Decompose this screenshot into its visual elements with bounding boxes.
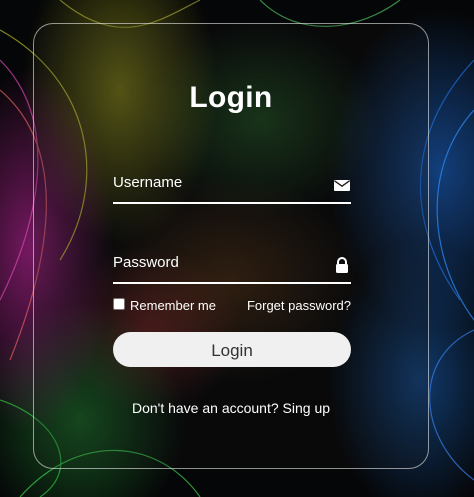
- login-title: Login: [189, 81, 273, 114]
- password-input[interactable]: [113, 252, 327, 282]
- remember-label[interactable]: Remember me: [130, 298, 216, 313]
- signup-prompt: Don't have an account?: [131, 400, 283, 416]
- forgot-password-link[interactable]: Forget password?: [247, 298, 351, 313]
- signup-row: Don't have an account? Sing up: [34, 400, 428, 416]
- lock-icon: [333, 256, 351, 274]
- password-field[interactable]: Password: [113, 252, 351, 284]
- envelope-icon: [333, 176, 351, 194]
- remember-row: Remember me Forget password?: [113, 298, 351, 314]
- login-card: Login Username Password Remember me Forg…: [33, 23, 429, 469]
- signup-link[interactable]: Sing up: [283, 400, 330, 416]
- remember-checkbox[interactable]: [113, 298, 125, 310]
- login-button[interactable]: Login: [113, 332, 351, 367]
- username-input[interactable]: [113, 172, 327, 202]
- username-field[interactable]: Username: [113, 172, 351, 204]
